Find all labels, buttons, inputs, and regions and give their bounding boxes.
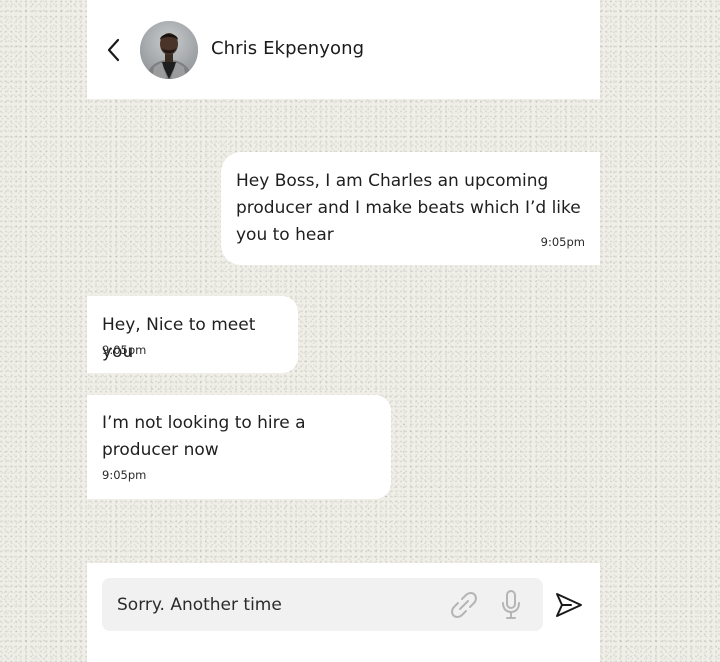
contact-name: Chris Ekpenyong bbox=[211, 38, 365, 59]
message-outgoing[interactable]: Hey Boss, I am Charles an upcoming produ… bbox=[221, 152, 600, 265]
message-input[interactable]: Sorry. Another time bbox=[102, 578, 543, 631]
message-time: 9:05pm bbox=[102, 343, 147, 357]
microphone-button[interactable] bbox=[499, 589, 523, 621]
chevron-left-icon bbox=[107, 38, 120, 62]
attach-button[interactable] bbox=[449, 590, 479, 620]
message-text: Hey Boss, I am Charles an upcoming produ… bbox=[236, 171, 581, 245]
message-incoming[interactable]: Hey, Nice to meet you 9:05pm bbox=[87, 296, 298, 373]
message-time: 9:05pm bbox=[540, 235, 585, 249]
message-text: I’m not looking to hire a producer now bbox=[102, 413, 306, 460]
send-icon bbox=[556, 593, 582, 617]
message-composer: Sorry. Another time bbox=[87, 563, 600, 662]
message-incoming[interactable]: I’m not looking to hire a producer now 9… bbox=[87, 395, 391, 499]
avatar[interactable] bbox=[140, 21, 198, 79]
chat-header: Chris Ekpenyong bbox=[87, 0, 600, 99]
contact-avatar-photo bbox=[140, 21, 198, 79]
microphone-icon bbox=[502, 590, 520, 619]
message-time: 9:05pm bbox=[102, 468, 147, 482]
back-button[interactable] bbox=[101, 36, 127, 64]
paperclip-icon bbox=[451, 592, 477, 618]
send-button[interactable] bbox=[554, 591, 584, 619]
message-text: Hey, Nice to meet you bbox=[102, 315, 256, 362]
message-input-value[interactable]: Sorry. Another time bbox=[117, 594, 282, 616]
